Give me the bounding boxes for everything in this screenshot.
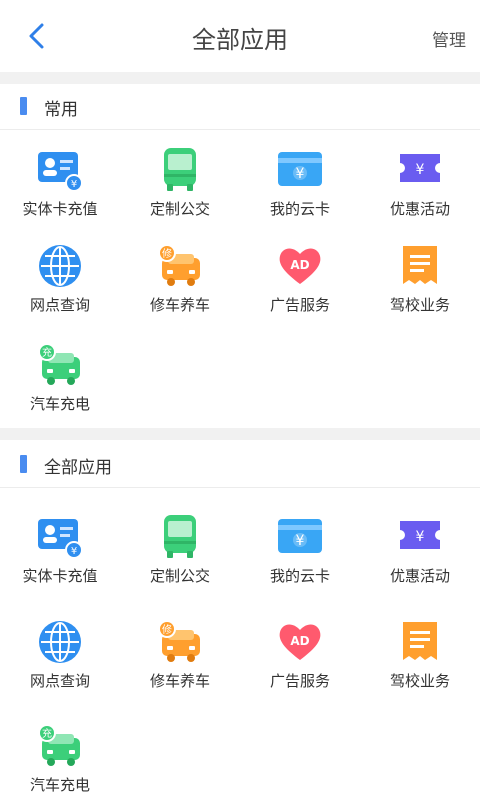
yen-text: ¥: [416, 162, 425, 178]
app-label: 我的云卡: [269, 200, 330, 218]
yen-text: ¥: [296, 166, 305, 182]
app-label: 定制公交: [149, 200, 210, 218]
app-label: 实体卡充值: [22, 200, 98, 218]
badge-text: 修: [162, 247, 172, 260]
app-outlet-search[interactable]: 网点查询: [0, 244, 120, 334]
section-marker: [20, 455, 27, 473]
app-custom-bus[interactable]: 定制公交: [120, 148, 240, 238]
app-label: 驾校业务: [389, 296, 450, 314]
app-driving-school[interactable]: 驾校业务: [360, 244, 480, 334]
app-label: 定制公交: [149, 567, 210, 585]
bus-icon: [164, 515, 196, 558]
app-label: 实体卡充值: [22, 567, 98, 585]
app-cloud-card[interactable]: ¥ 我的云卡: [240, 148, 360, 238]
app-car-charging[interactable]: 充 汽车充电: [0, 343, 120, 433]
app-promotions[interactable]: ¥ 优惠活动: [360, 515, 480, 605]
yen-text: ¥: [416, 529, 425, 545]
globe-icon: [39, 245, 81, 287]
section-divider: [0, 428, 480, 440]
bus-icon: [164, 148, 196, 191]
app-label: 我的云卡: [269, 567, 330, 585]
app-card-recharge[interactable]: ¥ 实体卡充值: [0, 515, 120, 605]
app-label: 广告服务: [269, 672, 330, 690]
badge-text: 充: [42, 727, 52, 740]
section-divider: [0, 72, 480, 84]
app-card-recharge[interactable]: ¥ 实体卡充值: [0, 148, 120, 238]
yen-text: ¥: [71, 179, 77, 190]
yen-text: ¥: [296, 533, 305, 549]
app-cloud-card[interactable]: ¥ 我的云卡: [240, 515, 360, 605]
app-ad-service[interactable]: AD 广告服务: [240, 244, 360, 334]
app-custom-bus[interactable]: 定制公交: [120, 515, 240, 605]
app-outlet-search[interactable]: 网点查询: [0, 620, 120, 710]
manage-button[interactable]: 管理: [432, 26, 466, 51]
app-car-charging[interactable]: 充 汽车充电: [0, 724, 120, 800]
app-label: 修车养车: [149, 296, 210, 314]
app-label: 修车养车: [149, 672, 210, 690]
car-repair-icon: 修: [158, 244, 200, 286]
app-ad-service[interactable]: AD 广告服务: [240, 620, 360, 710]
app-label: 优惠活动: [389, 200, 450, 218]
app-driving-school[interactable]: 驾校业务: [360, 620, 480, 710]
driving-school-icon: [403, 246, 437, 284]
top-bar: 全部应用 管理: [0, 0, 480, 72]
car-repair-icon: 修: [158, 620, 200, 662]
coupon-icon: ¥: [400, 521, 440, 549]
cloud-card-icon: ¥: [278, 152, 322, 186]
app-promotions[interactable]: ¥ 优惠活动: [360, 148, 480, 238]
app-label: 网点查询: [29, 672, 90, 690]
app-car-repair[interactable]: 修 修车养车: [120, 620, 240, 710]
ad-text: AD: [290, 634, 309, 648]
card-recharge-icon: ¥: [38, 152, 82, 192]
app-car-repair[interactable]: 修 修车养车: [120, 244, 240, 334]
coupon-icon: ¥: [400, 154, 440, 182]
ad-text: AD: [290, 258, 309, 272]
globe-icon: [39, 621, 81, 663]
app-label: 驾校业务: [389, 672, 450, 690]
driving-school-icon: [403, 622, 437, 660]
section-header-common: 常用: [0, 84, 480, 130]
ad-heart-icon: AD: [279, 624, 321, 660]
ad-heart-icon: AD: [279, 248, 321, 284]
car-charge-icon: 充: [38, 724, 80, 766]
badge-text: 修: [162, 623, 172, 636]
section-header-all: 全部应用: [0, 442, 480, 488]
badge-text: 充: [42, 346, 52, 359]
app-label: 汽车充电: [29, 395, 90, 413]
card-recharge-icon: ¥: [38, 519, 82, 559]
cloud-card-icon: ¥: [278, 519, 322, 553]
car-charge-icon: 充: [38, 343, 80, 385]
app-label: 广告服务: [269, 296, 330, 314]
yen-text: ¥: [71, 546, 77, 557]
app-label: 网点查询: [29, 296, 90, 314]
section-marker: [20, 97, 27, 115]
section-title: 常用: [44, 100, 78, 120]
section-title: 全部应用: [44, 458, 112, 478]
page-title: 全部应用: [192, 26, 288, 54]
app-label: 汽车充电: [29, 776, 90, 794]
app-label: 优惠活动: [389, 567, 450, 585]
